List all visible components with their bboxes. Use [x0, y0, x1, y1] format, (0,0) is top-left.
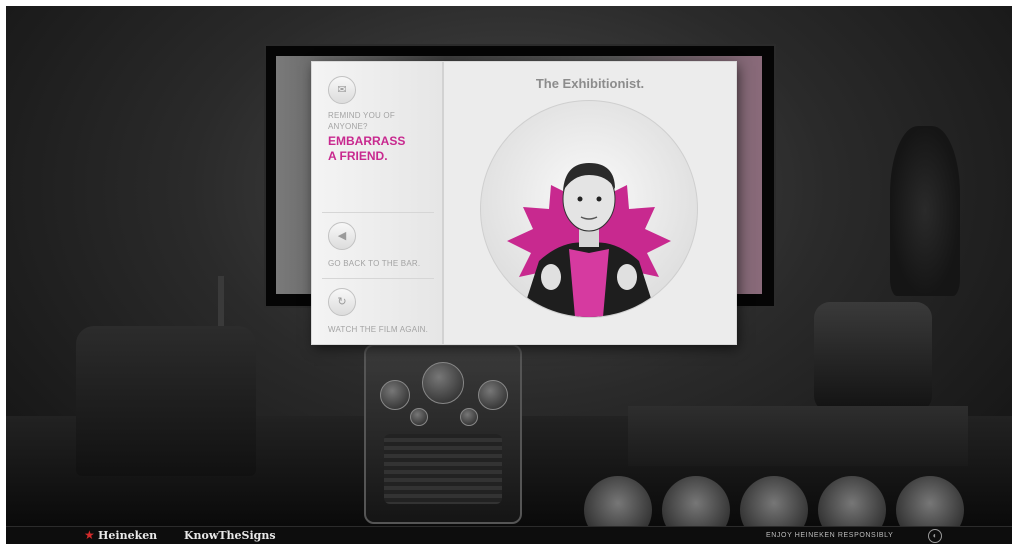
console-knob-left[interactable]: [380, 380, 410, 410]
right-hand: [617, 264, 637, 290]
back-to-bar-link[interactable]: GO BACK TO THE BAR.: [328, 258, 420, 269]
star-icon: ★: [84, 528, 95, 542]
character-portrait: [480, 100, 698, 318]
console-knob-main[interactable]: [422, 362, 464, 404]
shirt: [569, 249, 609, 317]
footer-bar: ★ Heineken KnowTheSigns ENJOY HEINEKEN R…: [6, 526, 1012, 544]
right-eye: [596, 196, 602, 202]
mail-icon[interactable]: ✉: [328, 76, 356, 104]
result-popup: ✉ REMIND YOU OF ANYONE? EMBARRASS A FRIE…: [312, 62, 736, 344]
enjoy-responsibly-text: ENJOY HEINEKEN RESPONSIBLY: [766, 532, 894, 539]
remind-label: REMIND YOU OF ANYONE?: [328, 110, 395, 132]
character-bubbles: [584, 476, 964, 544]
embarrass-line2: A FRIEND.: [328, 149, 388, 163]
console-grill: [384, 434, 502, 504]
sound-toggle-icon[interactable]: ◐: [928, 529, 942, 543]
speaker-console[interactable]: [364, 344, 522, 524]
sidebar-divider: [322, 212, 434, 213]
embarrass-friend-link[interactable]: EMBARRASS A FRIEND.: [328, 134, 436, 164]
console-knob-right[interactable]: [478, 380, 508, 410]
plant: [890, 126, 960, 296]
coffee-table: [628, 406, 968, 466]
know-the-signs-logo[interactable]: KnowTheSigns: [184, 529, 276, 542]
back-arrow-icon[interactable]: ◀: [328, 222, 356, 250]
app-frame: ✉ REMIND YOU OF ANYONE? EMBARRASS A FRIE…: [6, 6, 1012, 544]
sofa: [76, 326, 256, 476]
sidebar-divider: [322, 278, 434, 279]
remind-label-line2: ANYONE?: [328, 122, 368, 131]
console-knob-small-left[interactable]: [410, 408, 428, 426]
popup-sidebar: ✉ REMIND YOU OF ANYONE? EMBARRASS A FRIE…: [312, 62, 444, 344]
heineken-logo[interactable]: Heineken: [98, 529, 157, 542]
replay-icon[interactable]: ↻: [328, 288, 356, 316]
popup-main: The Exhibitionist.: [444, 62, 736, 344]
embarrass-line1: EMBARRASS: [328, 134, 406, 148]
exhibitionist-illustration: [507, 163, 671, 317]
remind-label-line1: REMIND YOU OF: [328, 111, 395, 120]
left-hand: [541, 264, 561, 290]
popup-title: The Exhibitionist.: [535, 76, 645, 91]
left-eye: [577, 196, 583, 202]
watch-film-again-link[interactable]: WATCH THE FILM AGAIN.: [328, 324, 428, 335]
armchair: [814, 302, 932, 412]
console-knob-small-right[interactable]: [460, 408, 478, 426]
